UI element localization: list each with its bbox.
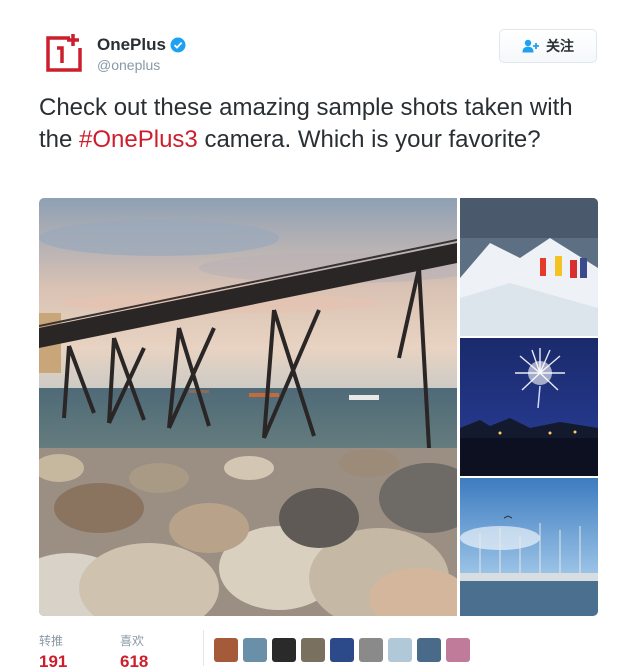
liker-avatar[interactable]	[272, 638, 296, 662]
liker-avatar[interactable]	[417, 638, 441, 662]
likes-stat[interactable]: 喜欢 618	[120, 632, 148, 672]
pier-photo[interactable]	[39, 198, 457, 616]
follow-button[interactable]: 关注	[499, 29, 597, 63]
marina-photo[interactable]	[460, 478, 598, 616]
liker-avatar[interactable]	[214, 638, 238, 662]
user-handle[interactable]: @oneplus	[97, 57, 160, 73]
stats-divider	[203, 630, 204, 666]
media-grid	[39, 198, 598, 616]
tweet-card: OnePlus @oneplus 关注 Check out these amaz…	[0, 0, 640, 672]
likes-count: 618	[120, 652, 149, 671]
liker-avatar[interactable]	[359, 638, 383, 662]
follow-button-label: 关注	[546, 38, 574, 54]
liker-avatar[interactable]	[243, 638, 267, 662]
liker-avatar[interactable]	[301, 638, 325, 662]
likes-label: 喜欢	[120, 634, 145, 648]
liker-avatar[interactable]	[388, 638, 412, 662]
retweets-count: 191	[39, 652, 68, 671]
tweet-text-part2: camera. Which is your favorite?	[197, 126, 541, 153]
hashtag-link[interactable]: #OnePlus3	[79, 126, 198, 153]
tweet-text: Check out these amazing sample shots tak…	[39, 92, 609, 156]
retweets-label: 转推	[39, 634, 64, 648]
verified-badge-icon	[170, 37, 186, 53]
follow-user-icon	[522, 39, 539, 53]
display-name[interactable]: OnePlus	[97, 35, 186, 55]
retweets-stat[interactable]: 转推 191	[39, 632, 67, 672]
liker-avatar[interactable]	[330, 638, 354, 662]
display-name-text[interactable]: OnePlus	[97, 35, 166, 55]
mountain-climbers-photo[interactable]	[460, 198, 598, 336]
liker-avatar[interactable]	[446, 638, 470, 662]
oneplus-logo-icon	[40, 30, 88, 78]
fireworks-photo[interactable]	[460, 338, 598, 476]
oneplus-logo-avatar[interactable]	[40, 30, 88, 78]
